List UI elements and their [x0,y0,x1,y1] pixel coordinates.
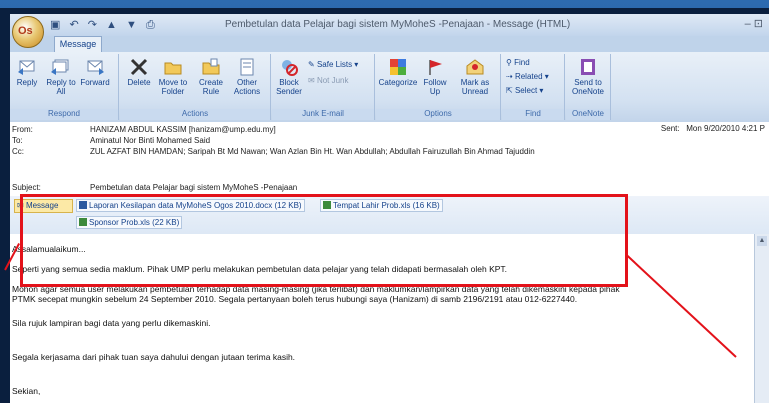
binoculars-icon: ⚲ [506,58,515,67]
onenote-group: Send to OneNote OneNote [566,54,611,120]
body-paragraph: Sila rujuk lampiran bagi data yang perlu… [12,318,211,328]
sent-value: Mon 9/20/2010 4:21 P [686,124,765,133]
junk-group-label: Junk E-mail [272,109,374,120]
delete-icon [130,58,148,76]
related-button[interactable]: ⇢ Related ▾ [506,72,549,81]
find-button[interactable]: ⚲ Find [506,58,530,67]
not-junk-button[interactable]: ✉ Not Junk [308,76,349,85]
mark-as-unread-button[interactable]: Mark as Unread [456,58,494,96]
junk-email-group: Block Sender ✎ Safe Lists ▾ ✉ Not Junk J… [272,54,375,120]
window-controls[interactable]: – ⊡ [745,17,763,30]
move-to-folder-button[interactable]: Move to Folder [158,58,188,96]
find-group: ⚲ Find ⇢ Related ▾ ⇱ Select ▾ Find [502,54,565,120]
forward-button[interactable]: Forward [80,58,110,87]
safe-lists-button[interactable]: ✎ Safe Lists ▾ [308,60,358,69]
other-actions-icon [240,58,254,76]
subject-label: Subject: [12,183,41,192]
ribbon-tab-row [10,36,769,52]
reply-all-button[interactable]: Reply to All [46,58,76,96]
other-actions-button[interactable]: Other Actions [232,58,262,96]
mark-unread-icon [466,59,484,75]
onenote-icon [581,59,595,75]
block-sender-button[interactable]: Block Sender [274,58,304,96]
cc-value[interactable]: ZUL AZFAT BIN HAMDAN; Saripah Bt Md Nawa… [90,147,535,156]
body-paragraph: Segala kerjasama dari pihak tuan saya da… [12,352,296,362]
send-to-onenote-button[interactable]: Send to OneNote [570,58,606,96]
window-title: Pembetulan data Pelajar bagi sistem MyMo… [225,19,571,30]
scroll-up-icon[interactable]: ▲ [757,236,767,246]
select-button[interactable]: ⇱ Select ▾ [506,86,543,95]
from-value[interactable]: HANIZAM ABDUL KASSIM [hanizam@ump.edu.my… [90,125,276,134]
office-button[interactable]: Os [12,16,44,48]
delete-button[interactable]: Delete [124,58,154,87]
to-label: To: [12,136,23,145]
title-bar: ▣ ↶ ↷ ▲ ▼ ⎙ Pembetulan data Pelajar bagi… [10,14,769,36]
save-icon[interactable]: ▣ [50,19,63,31]
print-icon[interactable]: ⎙ [146,19,158,31]
next-item-icon[interactable]: ▼ [126,19,140,31]
tab-message[interactable]: Message [54,36,102,53]
cc-label: Cc: [12,147,24,156]
not-junk-icon: ✉ [308,76,317,85]
categorize-icon [390,59,406,75]
ribbon: Reply Reply to All Forward Respond Delet… [10,52,769,123]
block-sender-icon [282,60,298,76]
undo-icon[interactable]: ↶ [69,19,81,31]
reply-all-icon [51,59,69,75]
select-icon: ⇱ [506,86,515,95]
respond-group-label: Respond [10,109,118,120]
categorize-button[interactable]: Categorize [378,58,418,87]
closing-text: Sekian, [12,386,41,396]
options-group: Categorize Follow Up Mark as Unread Opti… [376,54,501,120]
respond-group: Reply Reply to All Forward Respond [10,54,119,120]
forward-icon [87,60,104,75]
sent-info: Sent: Mon 9/20/2010 4:21 P [661,124,765,133]
to-value[interactable]: Aminatul Nor Binti Mohamed Said [90,136,210,145]
actions-group-label: Actions [120,109,270,120]
previous-item-icon[interactable]: ▲ [106,19,120,31]
actions-group: Delete Move to Folder Create Rule Other … [120,54,271,120]
flag-icon [429,60,442,75]
create-rule-button[interactable]: Create Rule [196,58,226,96]
highlight-box [20,194,628,287]
reply-button[interactable]: Reply [12,58,42,87]
follow-up-button[interactable]: Follow Up [420,58,450,96]
folder-icon [164,62,182,75]
from-label: From: [12,125,33,134]
onenote-group-label: OneNote [566,109,610,120]
rule-icon [202,58,220,75]
office-logo: Os [18,25,33,37]
body-paragraph: PTMK secepat mungkin sebelum 24 Septembe… [12,294,578,304]
related-icon: ⇢ [506,72,515,81]
options-group-label: Options [376,109,500,120]
redo-icon[interactable]: ↷ [88,19,100,31]
sent-label: Sent: [660,124,680,133]
outlook-message-window: ▣ ↶ ↷ ▲ ▼ ⎙ Pembetulan data Pelajar bagi… [10,14,769,403]
quick-access-toolbar[interactable]: ▣ ↶ ↷ ▲ ▼ ⎙ [50,18,158,32]
vertical-scrollbar[interactable]: ▲ [754,234,769,403]
safe-lists-icon: ✎ [308,60,317,69]
message-header: From: HANIZAM ABDUL KASSIM [hanizam@ump.… [10,122,769,181]
find-group-label: Find [502,109,564,120]
subject-value: Pembetulan data Pelajar bagi sistem MyMo… [90,183,298,192]
reply-icon [18,60,35,75]
